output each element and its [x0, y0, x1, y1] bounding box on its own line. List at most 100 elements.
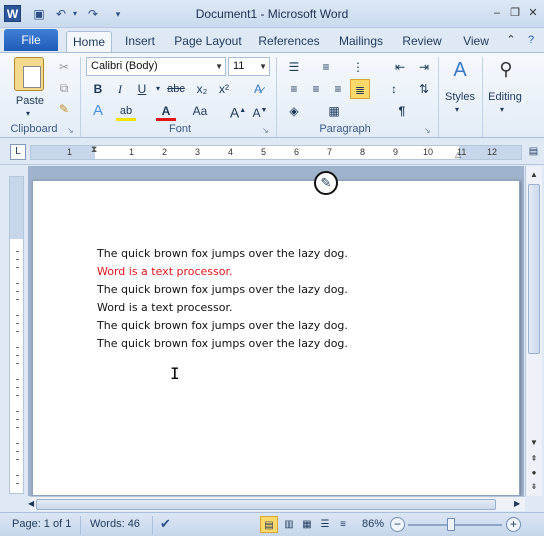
select-browse-object-icon[interactable]: ● [528, 466, 540, 480]
borders-icon[interactable]: ▦ [324, 101, 344, 121]
zoom-level[interactable]: 86% [362, 518, 384, 530]
document-line-red[interactable]: Word is a text processor. [97, 265, 233, 278]
scroll-up-icon[interactable]: ▲ [528, 168, 540, 182]
shading-icon[interactable]: ◈ [284, 101, 304, 121]
styles-button[interactable]: Styles [442, 91, 478, 103]
copy-icon[interactable]: ⧉ [54, 78, 74, 98]
tab-mailings[interactable]: Mailings [332, 31, 390, 52]
justify-icon[interactable]: ≣ [350, 79, 370, 99]
vertical-ruler[interactable] [9, 176, 24, 494]
proofing-icon[interactable]: ✔ [160, 516, 171, 532]
tab-insert[interactable]: Insert [118, 31, 162, 52]
line-spacing-icon[interactable]: ↕ [384, 79, 404, 99]
close-icon[interactable]: ✕ [526, 6, 540, 20]
document-line[interactable]: The quick brown fox jumps over the lazy … [97, 319, 348, 332]
tab-file[interactable]: File [4, 29, 58, 51]
binoculars-icon[interactable]: ⚲ [492, 59, 520, 87]
paste-button[interactable]: Paste [14, 95, 46, 107]
print-layout-icon[interactable]: ▤ [260, 516, 278, 533]
tab-page-layout[interactable]: Page Layout [170, 31, 246, 52]
horizontal-scroll-thumb[interactable] [36, 499, 496, 510]
chevron-down-icon[interactable]: ▼ [259, 58, 267, 75]
chevron-down-icon[interactable]: ▾ [500, 105, 504, 114]
next-page-icon[interactable]: ⇟ [528, 480, 540, 494]
scroll-left-icon[interactable]: ◀ [28, 499, 34, 508]
clear-formatting-icon[interactable]: A̷ [248, 79, 268, 99]
grow-font-icon[interactable]: A▲ [228, 101, 248, 121]
outline-icon[interactable]: ☰ [316, 516, 334, 533]
zoom-slider-thumb[interactable] [447, 518, 455, 531]
bold-button[interactable]: B [88, 79, 108, 99]
previous-page-icon[interactable]: ⇞ [528, 452, 540, 466]
sort-icon[interactable]: ⇅ [414, 79, 434, 99]
chevron-down-icon[interactable]: ▾ [455, 105, 459, 114]
editing-button[interactable]: Editing [484, 91, 526, 103]
bullets-icon[interactable]: ☰ [284, 57, 304, 77]
show-formatting-icon[interactable]: ¶ [392, 101, 412, 121]
tab-selector-button[interactable]: L [10, 144, 26, 160]
zoom-out-icon[interactable]: − [390, 517, 405, 532]
right-indent-icon[interactable]: △ [455, 150, 461, 159]
restore-icon[interactable]: ❐ [508, 6, 522, 20]
document-line[interactable]: The quick brown fox jumps over the lazy … [97, 337, 348, 350]
increase-indent-icon[interactable]: ⇥ [414, 57, 434, 77]
tab-references[interactable]: References [254, 31, 324, 52]
tab-view[interactable]: View [456, 31, 496, 52]
paste-icon[interactable] [14, 57, 44, 91]
word-count-status[interactable]: Words: 46 [90, 518, 140, 530]
page-count-status[interactable]: Page: 1 of 1 [12, 518, 71, 530]
multilevel-list-icon[interactable]: ⋮ [348, 57, 368, 77]
italic-button[interactable]: I [110, 79, 130, 99]
document-page[interactable]: ✎ The quick brown fox jumps over the laz… [32, 171, 520, 496]
cut-icon[interactable]: ✂ [54, 57, 74, 77]
tab-review[interactable]: Review [398, 31, 446, 52]
help-up-icon[interactable]: ⌃ [504, 33, 518, 47]
zoom-in-icon[interactable]: + [506, 517, 521, 532]
full-screen-reading-icon[interactable]: ▥ [280, 516, 298, 533]
web-layout-icon[interactable]: ▦ [298, 516, 316, 533]
help-icon[interactable]: ? [524, 33, 538, 47]
highlight-icon[interactable]: ab [116, 101, 136, 121]
document-area[interactable]: ✎ The quick brown fox jumps over the laz… [28, 166, 524, 496]
scroll-right-icon[interactable]: ▶ [514, 499, 520, 508]
decrease-indent-icon[interactable]: ⇤ [390, 57, 410, 77]
change-case-icon[interactable]: Aa [190, 101, 210, 121]
font-color-icon[interactable]: A [156, 101, 176, 121]
chevron-down-icon[interactable]: ▼ [215, 58, 223, 75]
zoom-slider[interactable] [408, 524, 502, 526]
font-family-combo[interactable]: Calibri (Body) ▼ [86, 57, 226, 76]
group-divider [482, 57, 483, 137]
font-launcher-icon[interactable]: ↘ [262, 126, 271, 135]
text-effects-icon[interactable]: A [88, 101, 108, 121]
shrink-font-icon[interactable]: A▼ [250, 101, 270, 121]
clipboard-launcher-icon[interactable]: ↘ [67, 126, 76, 135]
subscript-button[interactable]: x₂ [192, 79, 212, 99]
underline-dropdown-icon[interactable]: ▾ [148, 79, 168, 99]
scroll-down-icon[interactable]: ▼ [528, 436, 540, 450]
indent-marker-icon[interactable]: ⧗ [91, 144, 97, 155]
document-line[interactable]: Word is a text processor. [97, 301, 233, 314]
styles-icon[interactable]: A [446, 59, 474, 87]
paragraph-launcher-icon[interactable]: ↘ [424, 126, 433, 135]
align-left-icon[interactable]: ≡ [284, 79, 304, 99]
strikethrough-button[interactable]: abc [166, 79, 186, 99]
vertical-scroll-thumb[interactable] [528, 184, 540, 354]
draft-icon[interactable]: ≡ [334, 516, 352, 533]
horizontal-ruler[interactable]: ⧗ 1 1 2 3 4 5 6 7 8 9 10 11 12 △ [30, 144, 522, 160]
title-bar: W ▣ ↶ ▾ ↷ ▾ Document1 - Microsoft Word –… [0, 0, 544, 28]
minimize-icon[interactable]: – [490, 6, 504, 20]
format-painter-icon[interactable]: ✎ [54, 99, 74, 119]
align-right-icon[interactable]: ≡ [328, 79, 348, 99]
pen-icon: ✎ [314, 171, 338, 195]
view-ruler-icon[interactable]: ▤ [527, 146, 540, 160]
font-size-combo[interactable]: 11 ▼ [228, 57, 270, 76]
document-line[interactable]: The quick brown fox jumps over the lazy … [97, 247, 348, 260]
numbering-icon[interactable]: ≡ [316, 57, 336, 77]
paste-dropdown-icon[interactable]: ▾ [26, 109, 30, 118]
superscript-button[interactable]: x² [214, 79, 234, 99]
tab-home[interactable]: Home [66, 31, 112, 52]
vertical-scrollbar[interactable]: ▲ ▼ ⇞ ● ⇟ [525, 166, 542, 496]
horizontal-scrollbar[interactable]: ◀ ▶ [28, 496, 525, 511]
align-center-icon[interactable]: ≡ [306, 79, 326, 99]
document-line[interactable]: The quick brown fox jumps over the lazy … [97, 283, 348, 296]
